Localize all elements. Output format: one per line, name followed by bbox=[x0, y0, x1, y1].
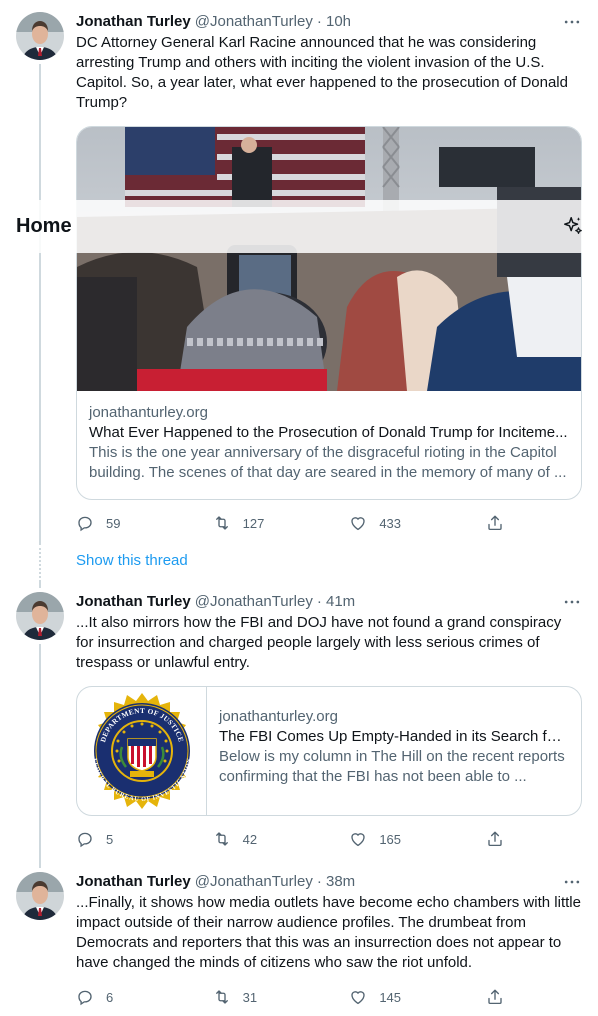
avatar[interactable] bbox=[16, 592, 64, 640]
thread-line bbox=[39, 64, 41, 545]
thread-line bbox=[39, 580, 41, 588]
reply-icon bbox=[76, 988, 94, 1006]
tweet-actions: 6 31 145 bbox=[76, 987, 506, 1007]
tweet-header: Jonathan Turley @JonathanTurley · 41m bbox=[76, 592, 582, 612]
thread-line bbox=[39, 860, 41, 868]
retweet-count: 31 bbox=[242, 989, 258, 1005]
author-handle[interactable]: @JonathanTurley bbox=[195, 12, 313, 32]
retweet-icon bbox=[213, 988, 231, 1006]
reply-button[interactable]: 5 bbox=[76, 829, 176, 849]
reply-icon bbox=[76, 830, 94, 848]
home-header: Home bbox=[0, 200, 598, 253]
tweet-1[interactable]: Jonathan Turley @JonathanTurley · 10h DC… bbox=[0, 0, 598, 545]
like-button[interactable]: 165 bbox=[349, 829, 449, 849]
tweet-text: ...Finally, it shows how media outlets h… bbox=[76, 894, 581, 971]
tweet-header: Jonathan Turley @JonathanTurley · 10h bbox=[76, 12, 582, 32]
show-thread-link[interactable]: Show this thread bbox=[76, 552, 188, 569]
avatar[interactable] bbox=[16, 12, 64, 60]
like-icon bbox=[349, 830, 367, 848]
card-description: This is the one year anniversary of the … bbox=[89, 444, 567, 481]
more-icon[interactable] bbox=[562, 872, 582, 892]
retweet-count: 42 bbox=[242, 831, 258, 847]
tweet-actions: 59 127 433 bbox=[76, 513, 506, 533]
fbi-seal-image: DEPARTMENT OF JUSTICE FEDERAL BUREAU OF … bbox=[90, 693, 193, 809]
author-name[interactable]: Jonathan Turley bbox=[76, 872, 191, 892]
author-name[interactable]: Jonathan Turley bbox=[76, 592, 191, 612]
tweet-text: DC Attorney General Karl Racine announce… bbox=[76, 34, 568, 111]
like-icon bbox=[349, 514, 367, 532]
tweet-text: ...It also mirrors how the FBI and DOJ h… bbox=[76, 614, 562, 671]
card-thumbnail: DEPARTMENT OF JUSTICE FEDERAL BUREAU OF … bbox=[77, 687, 207, 815]
tweet-time[interactable]: · 10h bbox=[317, 12, 351, 32]
reply-icon bbox=[76, 514, 94, 532]
like-count: 145 bbox=[379, 989, 402, 1005]
retweet-count: 127 bbox=[242, 515, 265, 531]
share-button[interactable] bbox=[486, 987, 506, 1007]
more-icon[interactable] bbox=[562, 592, 582, 612]
like-button[interactable]: 145 bbox=[349, 987, 449, 1007]
more-icon[interactable] bbox=[562, 12, 582, 32]
card-description: Below is my column in The Hill on the re… bbox=[219, 748, 565, 785]
thread-line bbox=[39, 644, 41, 860]
card-image bbox=[77, 127, 581, 391]
share-icon bbox=[486, 988, 504, 1006]
reply-button[interactable]: 6 bbox=[76, 987, 176, 1007]
retweet-icon bbox=[213, 830, 231, 848]
author-handle[interactable]: @JonathanTurley bbox=[195, 872, 313, 892]
link-card[interactable]: DEPARTMENT OF JUSTICE FEDERAL BUREAU OF … bbox=[76, 686, 582, 816]
card-domain: jonathanturley.org bbox=[89, 404, 208, 421]
card-title: What Ever Happened to the Prosecution of… bbox=[89, 424, 568, 441]
retweet-button[interactable]: 31 bbox=[213, 987, 313, 1007]
page-title: Home bbox=[16, 215, 72, 237]
tweet-time[interactable]: · 38m bbox=[317, 872, 355, 892]
author-name[interactable]: Jonathan Turley bbox=[76, 12, 191, 32]
link-card[interactable]: jonathanturley.org What Ever Happened to… bbox=[76, 126, 582, 500]
author-handle[interactable]: @JonathanTurley bbox=[195, 592, 313, 612]
reply-count: 59 bbox=[106, 515, 121, 531]
card-title: The FBI Comes Up Empty-Handed in its Sea… bbox=[219, 728, 569, 745]
reply-count: 6 bbox=[106, 989, 114, 1005]
reply-count: 5 bbox=[106, 831, 114, 847]
tweet-3[interactable]: Jonathan Turley @JonathanTurley · 38m ..… bbox=[0, 860, 598, 1016]
tweet-2[interactable]: Jonathan Turley @JonathanTurley · 41m ..… bbox=[0, 580, 598, 860]
retweet-button[interactable]: 42 bbox=[213, 829, 313, 849]
tweet-header: Jonathan Turley @JonathanTurley · 38m bbox=[76, 872, 582, 892]
tweet-actions: 5 42 165 bbox=[76, 829, 506, 849]
like-count: 433 bbox=[379, 515, 402, 531]
like-icon bbox=[349, 988, 367, 1006]
reply-button[interactable]: 59 bbox=[76, 513, 176, 533]
sparkle-icon[interactable] bbox=[562, 215, 584, 237]
retweet-icon bbox=[213, 514, 231, 532]
like-count: 165 bbox=[379, 831, 402, 847]
retweet-button[interactable]: 127 bbox=[213, 513, 313, 533]
thread-dots bbox=[39, 548, 41, 578]
share-button[interactable] bbox=[486, 829, 506, 849]
card-domain: jonathanturley.org bbox=[219, 708, 338, 725]
avatar[interactable] bbox=[16, 872, 64, 920]
share-icon bbox=[486, 514, 504, 532]
like-button[interactable]: 433 bbox=[349, 513, 449, 533]
share-icon bbox=[486, 830, 504, 848]
share-button[interactable] bbox=[486, 513, 506, 533]
tweet-time[interactable]: · 41m bbox=[317, 592, 355, 612]
